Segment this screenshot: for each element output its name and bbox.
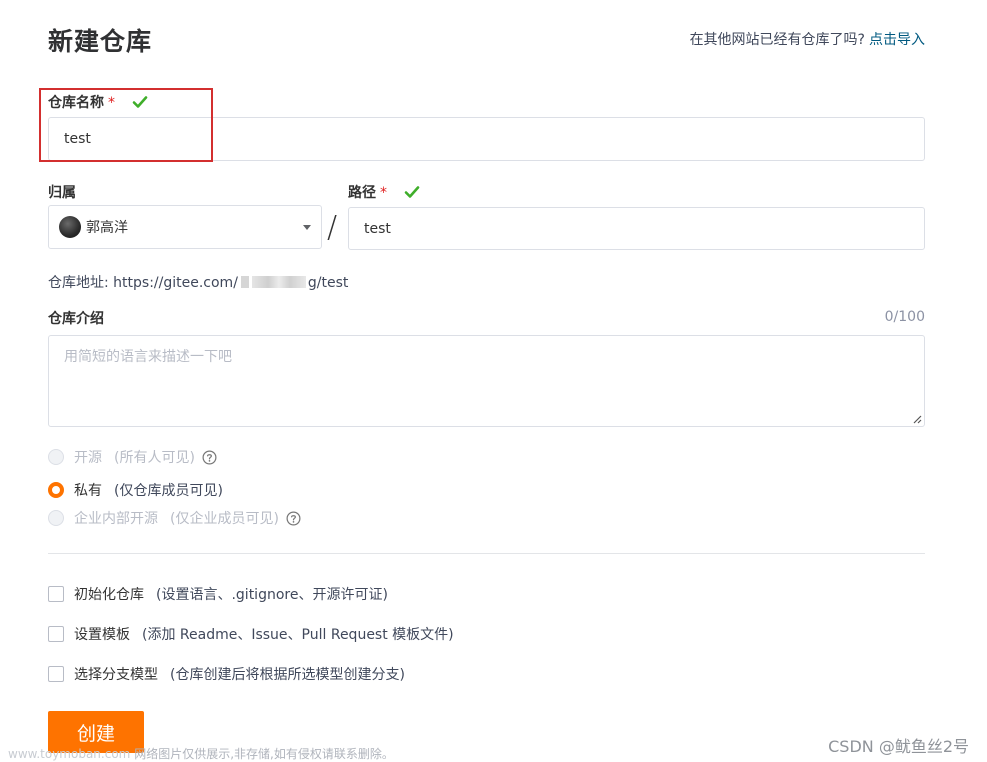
radio-private[interactable] xyxy=(48,482,64,498)
radio-hint: (仅企业成员可见) xyxy=(170,511,279,527)
option-template[interactable]: 设置模板 (添加 Readme、Issue、Pull Request 模板文件) xyxy=(48,624,454,644)
description-label: 仓库介绍 xyxy=(48,311,104,327)
help-icon[interactable] xyxy=(286,511,301,526)
check-icon xyxy=(404,186,420,198)
import-prompt-text: 在其他网站已经有仓库了吗? xyxy=(689,32,865,48)
divider xyxy=(48,553,925,554)
resize-handle-icon[interactable] xyxy=(912,414,922,424)
option-label: 设置模板 xyxy=(74,627,130,643)
char-counter: 0/100 xyxy=(884,309,925,325)
owner-select[interactable]: 郭高洋 xyxy=(48,205,322,249)
path-input[interactable]: test xyxy=(348,207,925,250)
visibility-option-enterprise[interactable]: 企业内部开源 (仅企业成员可见) xyxy=(48,508,301,528)
avatar xyxy=(59,216,81,238)
checkbox[interactable] xyxy=(48,666,64,682)
radio-public[interactable] xyxy=(48,449,64,465)
watermark-credit: CSDN @鱿鱼丝2号 xyxy=(828,737,969,756)
path-label-text: 路径 xyxy=(348,185,376,201)
redaction-blur xyxy=(240,276,249,288)
description-textarea[interactable]: 用简短的语言来描述一下吧 xyxy=(48,335,925,427)
option-branch-model[interactable]: 选择分支模型 (仓库创建后将根据所选模型创建分支) xyxy=(48,664,405,684)
checkbox[interactable] xyxy=(48,626,64,642)
radio-label: 私有 xyxy=(74,483,102,499)
page-title: 新建仓库 xyxy=(48,27,153,56)
import-prompt: 在其他网站已经有仓库了吗? 点击导入 xyxy=(690,29,925,49)
address-url-end: g/test xyxy=(307,275,349,291)
option-hint: (仓库创建后将根据所选模型创建分支) xyxy=(170,667,405,683)
repo-address: 仓库地址: https://gitee.com/g/test xyxy=(48,272,348,292)
option-hint: (添加 Readme、Issue、Pull Request 模板文件) xyxy=(142,627,454,643)
path-value: test xyxy=(364,220,391,237)
description-placeholder: 用简短的语言来描述一下吧 xyxy=(64,349,232,365)
radio-label: 开源 xyxy=(74,450,102,466)
watermark-url: www.toymoban.com xyxy=(8,747,131,761)
required-mark: * xyxy=(380,185,387,201)
owner-label: 归属 xyxy=(48,185,76,201)
option-label: 初始化仓库 xyxy=(74,587,144,603)
address-prefix: 仓库地址: xyxy=(48,275,109,291)
import-link[interactable]: 点击导入 xyxy=(869,32,925,48)
radio-hint: (仅仓库成员可见) xyxy=(114,483,223,499)
radio-label: 企业内部开源 xyxy=(74,511,158,527)
option-init-repo[interactable]: 初始化仓库 (设置语言、.gitignore、开源许可证) xyxy=(48,584,388,604)
visibility-option-private[interactable]: 私有 (仅仓库成员可见) xyxy=(48,480,223,500)
path-separator: / xyxy=(327,210,338,245)
radio-hint: (所有人可见) xyxy=(114,450,195,466)
watermark-text: 网络图片仅供展示,非存储,如有侵权请联系删除。 xyxy=(134,747,394,761)
visibility-option-public[interactable]: 开源 (所有人可见) xyxy=(48,447,217,467)
help-icon[interactable] xyxy=(202,450,217,465)
highlight-annotation-box xyxy=(39,88,213,162)
radio-enterprise[interactable] xyxy=(48,510,64,526)
owner-name: 郭高洋 xyxy=(86,220,128,236)
redaction-blur xyxy=(251,276,306,288)
path-label: 路径 * xyxy=(348,182,420,202)
option-label: 选择分支模型 xyxy=(74,667,158,683)
address-url-start: https://gitee.com/ xyxy=(113,275,238,291)
caret-down-icon xyxy=(303,225,311,230)
checkbox[interactable] xyxy=(48,586,64,602)
option-hint: (设置语言、.gitignore、开源许可证) xyxy=(156,587,388,603)
watermark: www.toymoban.com 网络图片仅供展示,非存储,如有侵权请联系删除。 xyxy=(8,745,394,762)
